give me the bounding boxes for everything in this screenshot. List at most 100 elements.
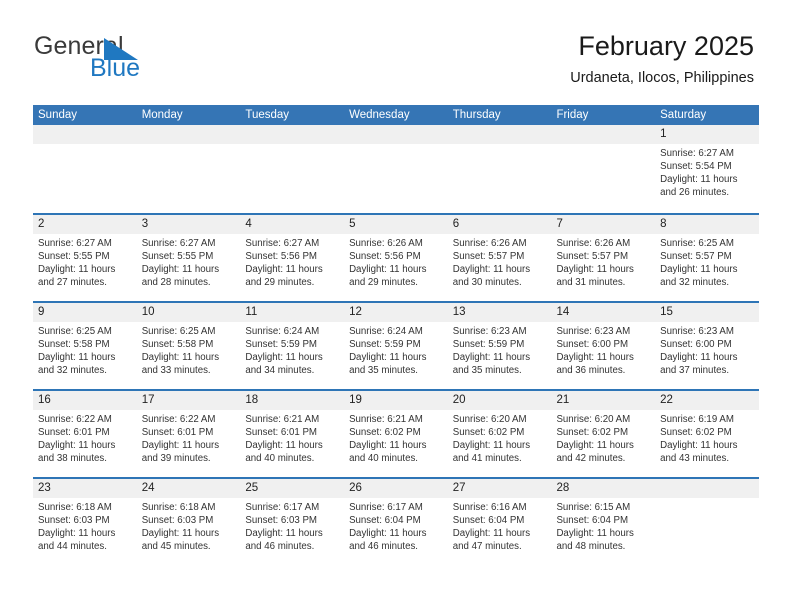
calendar-week-row: 23 Sunrise: 6:18 AM Sunset: 6:03 PM Dayligh… xyxy=(33,477,759,565)
day-number: 27 xyxy=(447,479,552,498)
day-number xyxy=(344,125,448,144)
calendar-day-cell[interactable]: 21 Sunrise: 6:20 AM Sunset: 6:02 PM Dayligh… xyxy=(551,391,656,477)
calendar-day-cell[interactable]: 9 Sunrise: 6:25 AM Sunset: 5:58 PM Daylight… xyxy=(33,303,137,389)
sunset-text: Sunset: 5:57 PM xyxy=(660,251,732,263)
calendar-day-cell[interactable]: 17 Sunrise: 6:22 AM Sunset: 6:01 PM Dayligh… xyxy=(136,391,241,477)
sunrise-text: Sunrise: 6:17 AM xyxy=(245,502,320,513)
day-number: 21 xyxy=(551,391,656,410)
sunrise-text: Sunrise: 6:16 AM xyxy=(452,502,527,513)
sunset-text: Sunset: 6:01 PM xyxy=(245,427,317,439)
calendar-day-cell[interactable]: 25 Sunrise: 6:17 AM Sunset: 6:03 PM Dayligh… xyxy=(240,479,345,565)
weekday-header-tuesday: Tuesday xyxy=(245,109,290,121)
calendar-day-cell[interactable]: 4 Sunrise: 6:27 AM Sunset: 5:56 PM Daylight… xyxy=(240,215,345,301)
sunset-text: Sunset: 5:54 PM xyxy=(660,161,732,173)
daylight-text: Daylight: 11 hours and 40 minutes. xyxy=(349,440,427,465)
sunrise-text: Sunrise: 6:21 AM xyxy=(349,414,423,425)
sunrise-text: Sunrise: 6:19 AM xyxy=(660,414,734,425)
day-number: 7 xyxy=(551,215,656,234)
calendar-day-cell[interactable]: 15 Sunrise: 6:23 AM Sunset: 6:00 PM Dayligh… xyxy=(655,303,759,389)
calendar-day-cell[interactable]: 5 Sunrise: 6:26 AM Sunset: 5:56 PM Daylight… xyxy=(344,215,448,301)
day-detail: Sunrise: 6:17 AM Sunset: 6:04 PM Daylight:… xyxy=(344,498,448,553)
calendar-day-cell[interactable]: 8 Sunrise: 6:25 AM Sunset: 5:57 PM Daylight… xyxy=(655,215,759,301)
day-detail: Sunrise: 6:26 AM Sunset: 5:57 PM Daylight:… xyxy=(448,234,552,289)
page-subtitle: Urdaneta, Ilocos, Philippines xyxy=(570,70,754,86)
daylight-text: Daylight: 11 hours and 43 minutes. xyxy=(660,440,738,465)
day-detail: Sunrise: 6:15 AM Sunset: 6:04 PM Daylight:… xyxy=(551,498,655,553)
sunset-text: Sunset: 5:58 PM xyxy=(141,339,214,351)
calendar-day-cell[interactable]: 28 Sunrise: 6:15 AM Sunset: 6:04 PM Dayligh… xyxy=(551,479,656,565)
day-detail: Sunrise: 6:25 AM Sunset: 5:57 PM Daylight:… xyxy=(655,234,759,289)
sunrise-text: Sunrise: 6:26 AM xyxy=(349,238,423,249)
calendar-day-cell[interactable]: 3 Sunrise: 6:27 AM Sunset: 5:55 PM Daylight… xyxy=(136,215,241,301)
calendar-day-cell[interactable]: 22 Sunrise: 6:19 AM Sunset: 6:02 PM Dayligh… xyxy=(655,391,759,477)
daylight-text: Daylight: 11 hours and 29 minutes. xyxy=(245,264,323,289)
calendar-day-cell[interactable]: 12 Sunrise: 6:24 AM Sunset: 5:59 PM Dayligh… xyxy=(344,303,448,389)
day-number: 24 xyxy=(136,479,241,498)
calendar-day-cell[interactable]: 7 Sunrise: 6:26 AM Sunset: 5:57 PM Daylight… xyxy=(551,215,656,301)
sunset-text: Sunset: 6:03 PM xyxy=(245,515,317,527)
calendar-day-cell[interactable]: 26 Sunrise: 6:17 AM Sunset: 6:04 PM Dayligh… xyxy=(344,479,448,565)
daylight-text: Daylight: 11 hours and 34 minutes. xyxy=(245,352,323,377)
day-number xyxy=(240,125,345,144)
calendar-day-cell[interactable]: 20 Sunrise: 6:20 AM Sunset: 6:02 PM Dayligh… xyxy=(447,391,552,477)
day-detail: Sunrise: 6:27 AM Sunset: 5:54 PM Daylight:… xyxy=(655,144,759,199)
day-number: 17 xyxy=(136,391,241,410)
day-number: 16 xyxy=(33,391,137,410)
daylight-text: Daylight: 11 hours and 42 minutes. xyxy=(556,440,634,465)
daylight-text: Daylight: 11 hours and 30 minutes. xyxy=(452,264,531,289)
day-detail: Sunrise: 6:27 AM Sunset: 5:56 PM Daylight:… xyxy=(240,234,344,289)
calendar-day-cell[interactable]: 18 Sunrise: 6:21 AM Sunset: 6:01 PM Dayligh… xyxy=(240,391,345,477)
calendar-day-cell[interactable]: 14 Sunrise: 6:23 AM Sunset: 6:00 PM Dayligh… xyxy=(551,303,656,389)
calendar-day-cell[interactable]: 6 Sunrise: 6:26 AM Sunset: 5:57 PM Daylight… xyxy=(447,215,552,301)
day-detail: Sunrise: 6:23 AM Sunset: 6:00 PM Daylight:… xyxy=(551,322,655,377)
daylight-text: Daylight: 11 hours and 26 minutes. xyxy=(660,174,738,199)
daylight-text: Daylight: 11 hours and 47 minutes. xyxy=(452,528,531,553)
day-detail: Sunrise: 6:26 AM Sunset: 5:57 PM Daylight:… xyxy=(551,234,655,289)
day-number: 15 xyxy=(655,303,759,322)
sunrise-text: Sunrise: 6:20 AM xyxy=(556,414,631,425)
day-number: 13 xyxy=(447,303,552,322)
daylight-text: Daylight: 11 hours and 46 minutes. xyxy=(245,528,323,553)
brand-logo[interactable]: General Blue xyxy=(34,34,264,82)
sunrise-text: Sunrise: 6:24 AM xyxy=(349,326,423,337)
day-detail: Sunrise: 6:17 AM Sunset: 6:03 PM Daylight:… xyxy=(240,498,344,553)
calendar-day-cell[interactable]: 13 Sunrise: 6:23 AM Sunset: 5:59 PM Dayligh… xyxy=(447,303,552,389)
day-detail: Sunrise: 6:18 AM Sunset: 6:03 PM Daylight:… xyxy=(137,498,241,553)
calendar-day-cell[interactable]: 10 Sunrise: 6:25 AM Sunset: 5:58 PM Dayligh… xyxy=(136,303,241,389)
day-number: 25 xyxy=(240,479,345,498)
calendar-day-cell[interactable]: 1 Sunrise: 6:27 AM Sunset: 5:54 PM Daylight… xyxy=(655,125,759,213)
sunset-text: Sunset: 5:59 PM xyxy=(349,339,421,351)
calendar-day-cell[interactable]: 19 Sunrise: 6:21 AM Sunset: 6:02 PM Dayligh… xyxy=(344,391,448,477)
sunrise-text: Sunrise: 6:24 AM xyxy=(245,326,320,337)
day-detail: Sunrise: 6:24 AM Sunset: 5:59 PM Daylight:… xyxy=(344,322,448,377)
daylight-text: Daylight: 11 hours and 32 minutes. xyxy=(38,352,116,377)
sunset-text: Sunset: 5:57 PM xyxy=(556,251,629,263)
sunset-text: Sunset: 6:02 PM xyxy=(556,427,629,439)
sunset-text: Sunset: 5:56 PM xyxy=(245,251,317,263)
weekday-header-saturday: Saturday xyxy=(660,109,707,121)
sunset-text: Sunset: 6:03 PM xyxy=(38,515,110,527)
calendar-day-cell[interactable]: 27 Sunrise: 6:16 AM Sunset: 6:04 PM Dayligh… xyxy=(447,479,552,565)
daylight-text: Daylight: 11 hours and 35 minutes. xyxy=(349,352,427,377)
calendar-table: Sunday Monday Tuesday Wednesday Thursday… xyxy=(33,105,759,565)
weekday-header-thursday: Thursday xyxy=(452,109,501,121)
sunrise-text: Sunrise: 6:25 AM xyxy=(38,326,112,337)
day-detail: Sunrise: 6:23 AM Sunset: 5:59 PM Daylight:… xyxy=(448,322,552,377)
daylight-text: Daylight: 11 hours and 39 minutes. xyxy=(141,440,220,465)
calendar-day-cell[interactable]: 24 Sunrise: 6:18 AM Sunset: 6:03 PM Dayligh… xyxy=(136,479,241,565)
calendar-day-cell[interactable]: 2 Sunrise: 6:27 AM Sunset: 5:55 PM Daylight… xyxy=(33,215,137,301)
sunrise-text: Sunrise: 6:18 AM xyxy=(141,502,216,513)
sunset-text: Sunset: 6:04 PM xyxy=(349,515,421,527)
weekday-header-wednesday: Wednesday xyxy=(349,109,410,121)
sunrise-text: Sunrise: 6:21 AM xyxy=(245,414,320,425)
day-detail: Sunrise: 6:26 AM Sunset: 5:56 PM Daylight:… xyxy=(344,234,448,289)
calendar-day-cell[interactable]: 11 Sunrise: 6:24 AM Sunset: 5:59 PM Dayligh… xyxy=(240,303,345,389)
calendar-day-cell[interactable]: 16 Sunrise: 6:22 AM Sunset: 6:01 PM Dayligh… xyxy=(33,391,137,477)
sunrise-text: Sunrise: 6:15 AM xyxy=(556,502,631,513)
day-number: 4 xyxy=(240,215,345,234)
day-number: 22 xyxy=(655,391,759,410)
sunset-text: Sunset: 5:56 PM xyxy=(349,251,421,263)
brand-name-blue: Blue xyxy=(90,54,141,82)
calendar-day-cell[interactable]: 23 Sunrise: 6:18 AM Sunset: 6:03 PM Dayligh… xyxy=(33,479,137,565)
sunset-text: Sunset: 5:55 PM xyxy=(141,251,214,263)
